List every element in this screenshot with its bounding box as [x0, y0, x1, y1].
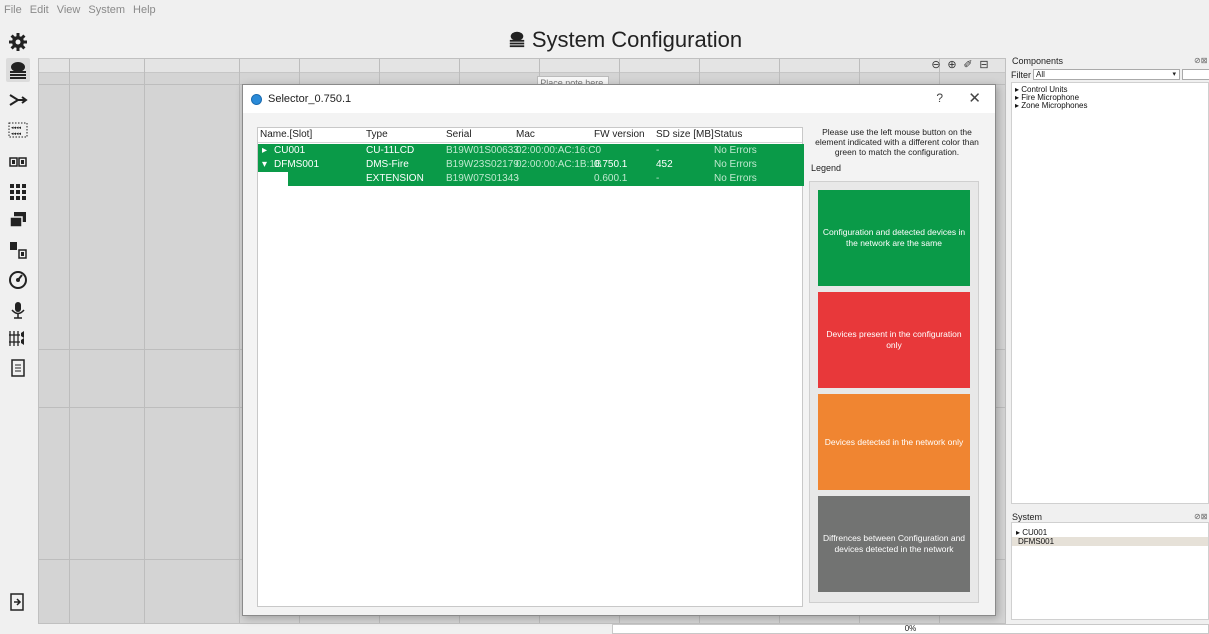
row-expander-icon[interactable]: ▾: [262, 159, 267, 170]
menu-file[interactable]: File: [4, 4, 22, 16]
cell-status: No Errors: [714, 145, 757, 156]
menu-edit[interactable]: Edit: [30, 4, 49, 16]
row-expander-icon[interactable]: ▸: [262, 145, 267, 156]
legend-red: Devices present in the configuration onl…: [818, 292, 970, 388]
cell-serial: B19W07S01343: [446, 173, 519, 184]
legend-box: Configuration and detected devices in th…: [809, 181, 979, 603]
filter-label: Filter: [1011, 69, 1031, 80]
progress-text: 0%: [904, 624, 917, 633]
filter-search-input[interactable]: [1182, 69, 1209, 80]
help-button[interactable]: ?: [936, 91, 943, 105]
zoom-in-icon[interactable]: ⊕: [946, 58, 958, 71]
cell-sd: 452: [656, 159, 673, 170]
cell-mac: 02:00:00:AC:16:C0: [516, 145, 602, 156]
menu-system[interactable]: System: [88, 4, 125, 16]
menu-bar: File Edit View System Help: [0, 0, 1209, 20]
col-type[interactable]: Type: [366, 129, 388, 140]
cell-type: CU-11LCD: [366, 145, 415, 156]
io-module-icon[interactable]: [6, 150, 30, 174]
dialog-titlebar: Selector_0.750.1 ? ✕: [243, 85, 995, 113]
cell-fw: 0.750.1: [594, 159, 628, 170]
zoom-toolbar: ⊖ ⊕ ✐ ⊟: [930, 58, 990, 71]
page-title: System Configuration: [40, 22, 1209, 58]
grid-icon[interactable]: [6, 180, 30, 204]
col-fw-version[interactable]: FW version: [594, 129, 645, 140]
microphone-icon[interactable]: [6, 298, 30, 322]
system-title: System: [1012, 512, 1043, 522]
logout-icon[interactable]: [6, 590, 30, 614]
panel-pin-icon[interactable]: ⊘⊠: [1194, 56, 1207, 65]
table-header: Name.[Slot] Type Serial Mac FW version S…: [258, 128, 802, 143]
components-tree: ▸ Control Units ▸ Fire Microphone ▸ Zone…: [1011, 82, 1209, 504]
components-title: Components: [1012, 56, 1064, 66]
menu-view[interactable]: View: [57, 4, 81, 16]
system-item-cu001[interactable]: ▸ CU001: [1016, 528, 1047, 537]
filter-select[interactable]: All ▾: [1033, 69, 1180, 80]
cell-serial: B19W01S00633: [446, 145, 519, 156]
cell-fw: 0.600.1: [594, 173, 628, 184]
col-sd-size[interactable]: SD size [MB]: [656, 129, 714, 140]
cell-serial: B19W23S02179: [446, 159, 519, 170]
legend-grey: Diffrences between Configuration and dev…: [818, 496, 970, 592]
left-toolbar: ◂◂◂◂ ◂◂◂◂: [0, 22, 36, 634]
menu-help[interactable]: Help: [133, 4, 156, 16]
col-status[interactable]: Status: [714, 129, 742, 140]
cell-sd: -: [656, 173, 660, 184]
speaker-matrix-icon[interactable]: [6, 326, 30, 350]
windows-stack-icon[interactable]: [6, 208, 30, 232]
document-icon[interactable]: [6, 356, 30, 380]
filter-row: Filter All ▾: [1011, 69, 1209, 80]
gauge-icon[interactable]: [6, 268, 30, 292]
legend-label: Legend: [811, 163, 842, 173]
legend-panel: Please use the left mouse button on the …: [809, 127, 985, 603]
col-serial[interactable]: Serial: [446, 129, 472, 140]
chevron-down-icon: ▾: [1172, 71, 1176, 78]
cell-mac: 02:00:00:AC:1B:1B: [516, 159, 602, 170]
table-row[interactable]: EXTENSION B19W07S01343 - 0.600.1 - No Er…: [288, 172, 804, 186]
filter-value: All: [1036, 70, 1045, 79]
system-item-dfms001[interactable]: DFMS001: [1018, 537, 1054, 546]
canvas-header-strip: [39, 59, 1005, 73]
tree-item-zone-microphones[interactable]: ▸ Zone Microphones: [1015, 101, 1088, 110]
device-table: Name.[Slot] Type Serial Mac FW version S…: [257, 127, 804, 607]
progress-bar: 0%: [612, 624, 1209, 634]
cell-status: No Errors: [714, 159, 757, 170]
svg-text:◂◂◂◂: ◂◂◂◂: [11, 131, 22, 137]
cell-mac: -: [516, 173, 520, 184]
close-button[interactable]: ✕: [968, 89, 981, 107]
instructions-text: Please use the left mouse button on the …: [815, 127, 979, 157]
system-configuration-icon: [508, 23, 526, 59]
cell-type: EXTENSION: [366, 173, 424, 184]
col-mac[interactable]: Mac: [516, 129, 535, 140]
settings-gear-icon[interactable]: [6, 30, 30, 54]
cell-sd: -: [656, 145, 660, 156]
fit-page-icon[interactable]: ⊟: [978, 58, 990, 71]
legend-orange: Devices detected in the network only: [818, 394, 970, 490]
zoom-out-icon[interactable]: ⊖: [930, 58, 942, 71]
table-row[interactable]: ▾ DFMS001 DMS-Fire B19W23S02179 02:00:00…: [258, 158, 804, 172]
zone-matrix-icon[interactable]: ◂◂◂◂ ◂◂◂◂: [6, 118, 30, 142]
panel-pin-icon[interactable]: ⊘⊠: [1194, 512, 1207, 521]
routing-arrow-icon[interactable]: [6, 88, 30, 112]
cell-name: CU001: [274, 145, 306, 156]
table-row[interactable]: ▸ CU001 CU-11LCD B19W01S00633 02:00:00:A…: [258, 144, 804, 158]
system-configuration-icon[interactable]: [6, 58, 30, 82]
system-tree: ▸ CU001 DFMS001: [1011, 522, 1209, 620]
pointer-tool-icon[interactable]: ✐: [962, 58, 974, 71]
app-logo-icon: [251, 93, 262, 105]
cell-status: No Errors: [714, 173, 757, 184]
col-name[interactable]: Name.[Slot]: [260, 129, 312, 140]
cell-type: DMS-Fire: [366, 159, 409, 170]
selector-dialog: Selector_0.750.1 ? ✕ Name.[Slot] Type Se…: [242, 84, 996, 616]
legend-green: Configuration and detected devices in th…: [818, 190, 970, 286]
device-link-icon[interactable]: [6, 238, 30, 262]
cell-name: DFMS001: [274, 159, 320, 170]
dialog-title: Selector_0.750.1: [268, 93, 352, 105]
page-title-text: System Configuration: [531, 27, 743, 52]
